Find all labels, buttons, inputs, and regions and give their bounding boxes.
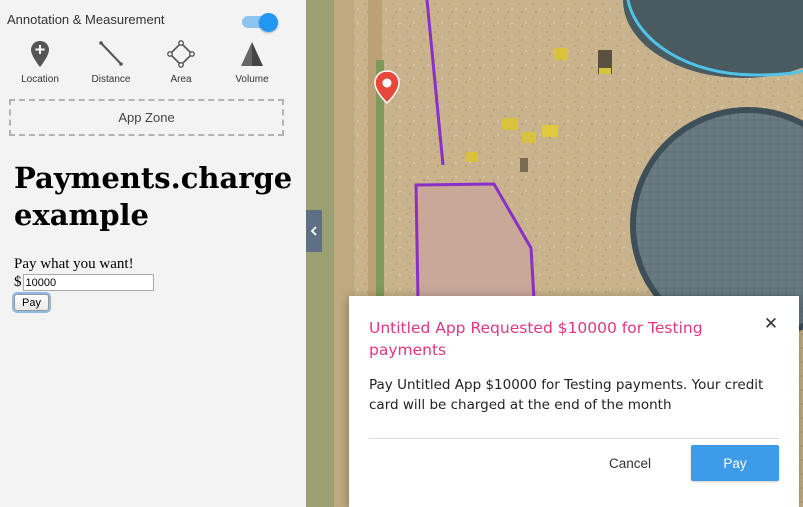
tool-volume[interactable]: Volume [217, 40, 287, 85]
tool-distance-label: Distance [91, 74, 131, 85]
cancel-button[interactable]: Cancel [595, 445, 665, 481]
area-polygon-icon [167, 40, 195, 68]
amount-row: $ [14, 274, 294, 291]
app-title: Payments.charge example [14, 161, 293, 232]
pay-button[interactable]: Pay [691, 445, 779, 481]
app-zone: App Zone [9, 99, 284, 136]
payment-dialog: Untitled App Requested $10000 for Testin… [349, 296, 799, 507]
annotation-toggle[interactable] [242, 13, 278, 32]
location-pin-icon [31, 41, 49, 67]
dialog-title: Untitled App Requested $10000 for Testin… [369, 319, 703, 359]
distance-line-icon [99, 41, 123, 66]
currency-symbol: $ [14, 274, 22, 290]
tool-volume-label: Volume [235, 74, 269, 85]
measurement-tools: Location Distance Area Volume [0, 40, 306, 92]
tool-location[interactable]: Location [5, 40, 75, 85]
tool-area[interactable]: Area [146, 40, 216, 85]
chevron-left-icon [310, 226, 317, 236]
amount-input[interactable] [22, 274, 154, 291]
sidebar-panel: Annotation & Measurement Location Distan… [0, 0, 306, 507]
tool-location-label: Location [21, 74, 59, 85]
tool-distance[interactable]: Distance [76, 40, 146, 85]
map-marker-icon[interactable] [374, 70, 400, 104]
dialog-message: Pay Untitled App $10000 for Testing paym… [369, 377, 764, 413]
pay-prompt: Pay what you want! [14, 256, 134, 272]
app-frame: Payments.charge example Pay what you wan… [14, 160, 294, 311]
app-pay-button[interactable]: Pay [14, 294, 49, 311]
collapse-sidebar-button[interactable] [306, 210, 322, 252]
dialog-divider [369, 438, 779, 439]
toggle-knob [259, 13, 278, 32]
tool-area-label: Area [170, 74, 192, 85]
panel-title: Annotation & Measurement [7, 12, 165, 27]
volume-pyramid-icon [241, 42, 263, 66]
close-icon[interactable]: ✕ [761, 314, 781, 334]
